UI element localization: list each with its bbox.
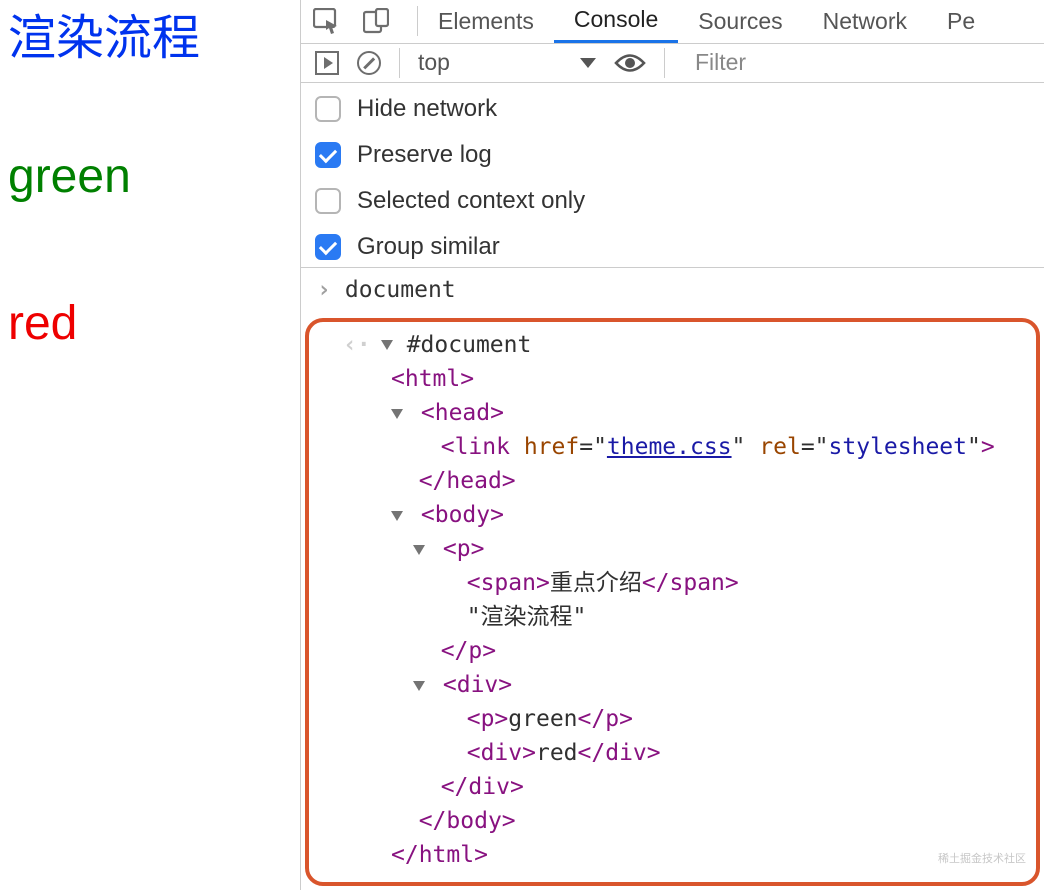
console-input-row[interactable]: › document xyxy=(301,272,1044,308)
live-expression-icon[interactable] xyxy=(614,52,646,74)
tree-row[interactable]: "渲染流程" xyxy=(357,600,1028,634)
tree-row[interactable]: <html> xyxy=(357,362,1028,396)
tree-row[interactable]: </div> xyxy=(357,770,1028,804)
inspect-element-icon[interactable] xyxy=(313,8,341,34)
option-hide-network[interactable]: Hide network xyxy=(315,95,1030,123)
tree-row[interactable]: </body> xyxy=(357,804,1028,838)
tab-performance[interactable]: Pe xyxy=(927,0,995,43)
tree-row[interactable]: </head> xyxy=(357,464,1028,498)
tab-sources[interactable]: Sources xyxy=(678,0,802,43)
disclosure-triangle-icon xyxy=(381,340,393,350)
rendered-page-pane: 渲染流程 green red xyxy=(0,0,300,890)
divider xyxy=(664,48,665,78)
execution-context-select[interactable]: top xyxy=(418,49,596,76)
tab-console[interactable]: Console xyxy=(554,0,678,43)
page-red-text: red xyxy=(8,295,292,353)
chevron-down-icon xyxy=(580,58,596,68)
console-output: › document ‹· #document <html> <head> <l… xyxy=(301,268,1044,890)
toggle-device-toolbar-icon[interactable] xyxy=(363,8,389,34)
console-input-text: document xyxy=(345,273,456,307)
option-label: Hide network xyxy=(357,95,497,123)
tree-row[interactable]: <div>red</div> xyxy=(357,736,1028,770)
return-chevron-icon: ‹· xyxy=(343,328,371,362)
tree-row[interactable]: </p> xyxy=(357,634,1028,668)
tree-row[interactable]: <head> xyxy=(357,396,1028,430)
watermark: 稀土掘金技术社区 xyxy=(938,842,1026,876)
devtools-tab-strip: Elements Console Sources Network Pe xyxy=(301,0,1044,44)
option-selected-context-only[interactable]: Selected context only xyxy=(315,187,1030,215)
console-filter-input[interactable] xyxy=(683,49,1044,76)
tab-network[interactable]: Network xyxy=(803,0,927,43)
checkbox-checked-icon xyxy=(315,142,341,168)
page-heading: 渲染流程 xyxy=(8,10,292,68)
console-toolbar: top xyxy=(301,44,1044,83)
option-label: Preserve log xyxy=(357,141,492,169)
checkbox-unchecked-icon xyxy=(315,188,341,214)
tree-row[interactable]: <div> xyxy=(357,668,1028,702)
console-return-value[interactable]: ‹· #document <html> <head> <link href="t… xyxy=(305,318,1040,886)
page-green-text: green xyxy=(8,148,292,206)
option-label: Selected context only xyxy=(357,187,585,215)
execution-context-label: top xyxy=(418,49,450,76)
checkbox-checked-icon xyxy=(315,234,341,260)
tree-row[interactable]: <body> xyxy=(357,498,1028,532)
tab-elements[interactable]: Elements xyxy=(418,0,554,43)
prompt-chevron-icon: › xyxy=(317,273,331,307)
tree-row[interactable]: </html> xyxy=(357,838,1028,872)
tree-row[interactable]: <span>重点介绍</span> xyxy=(357,566,1028,600)
option-label: Group similar xyxy=(357,233,500,261)
console-sidebar-toggle-icon[interactable] xyxy=(315,51,339,75)
document-node-label: #document xyxy=(407,328,532,362)
checkbox-unchecked-icon xyxy=(315,96,341,122)
tree-row[interactable]: <p>green</p> xyxy=(357,702,1028,736)
option-preserve-log[interactable]: Preserve log xyxy=(315,141,1030,169)
divider xyxy=(399,48,400,78)
devtools-pane: Elements Console Sources Network Pe top xyxy=(300,0,1044,890)
console-settings: Hide network Preserve log Selected conte… xyxy=(301,83,1044,268)
option-group-similar[interactable]: Group similar xyxy=(315,233,1030,261)
tree-row[interactable]: <p> xyxy=(357,532,1028,566)
tree-row[interactable]: <link href="theme.css" rel="stylesheet"> xyxy=(357,430,1028,464)
dom-tree: <html> <head> <link href="theme.css" rel… xyxy=(343,362,1028,872)
clear-console-icon[interactable] xyxy=(357,51,381,75)
